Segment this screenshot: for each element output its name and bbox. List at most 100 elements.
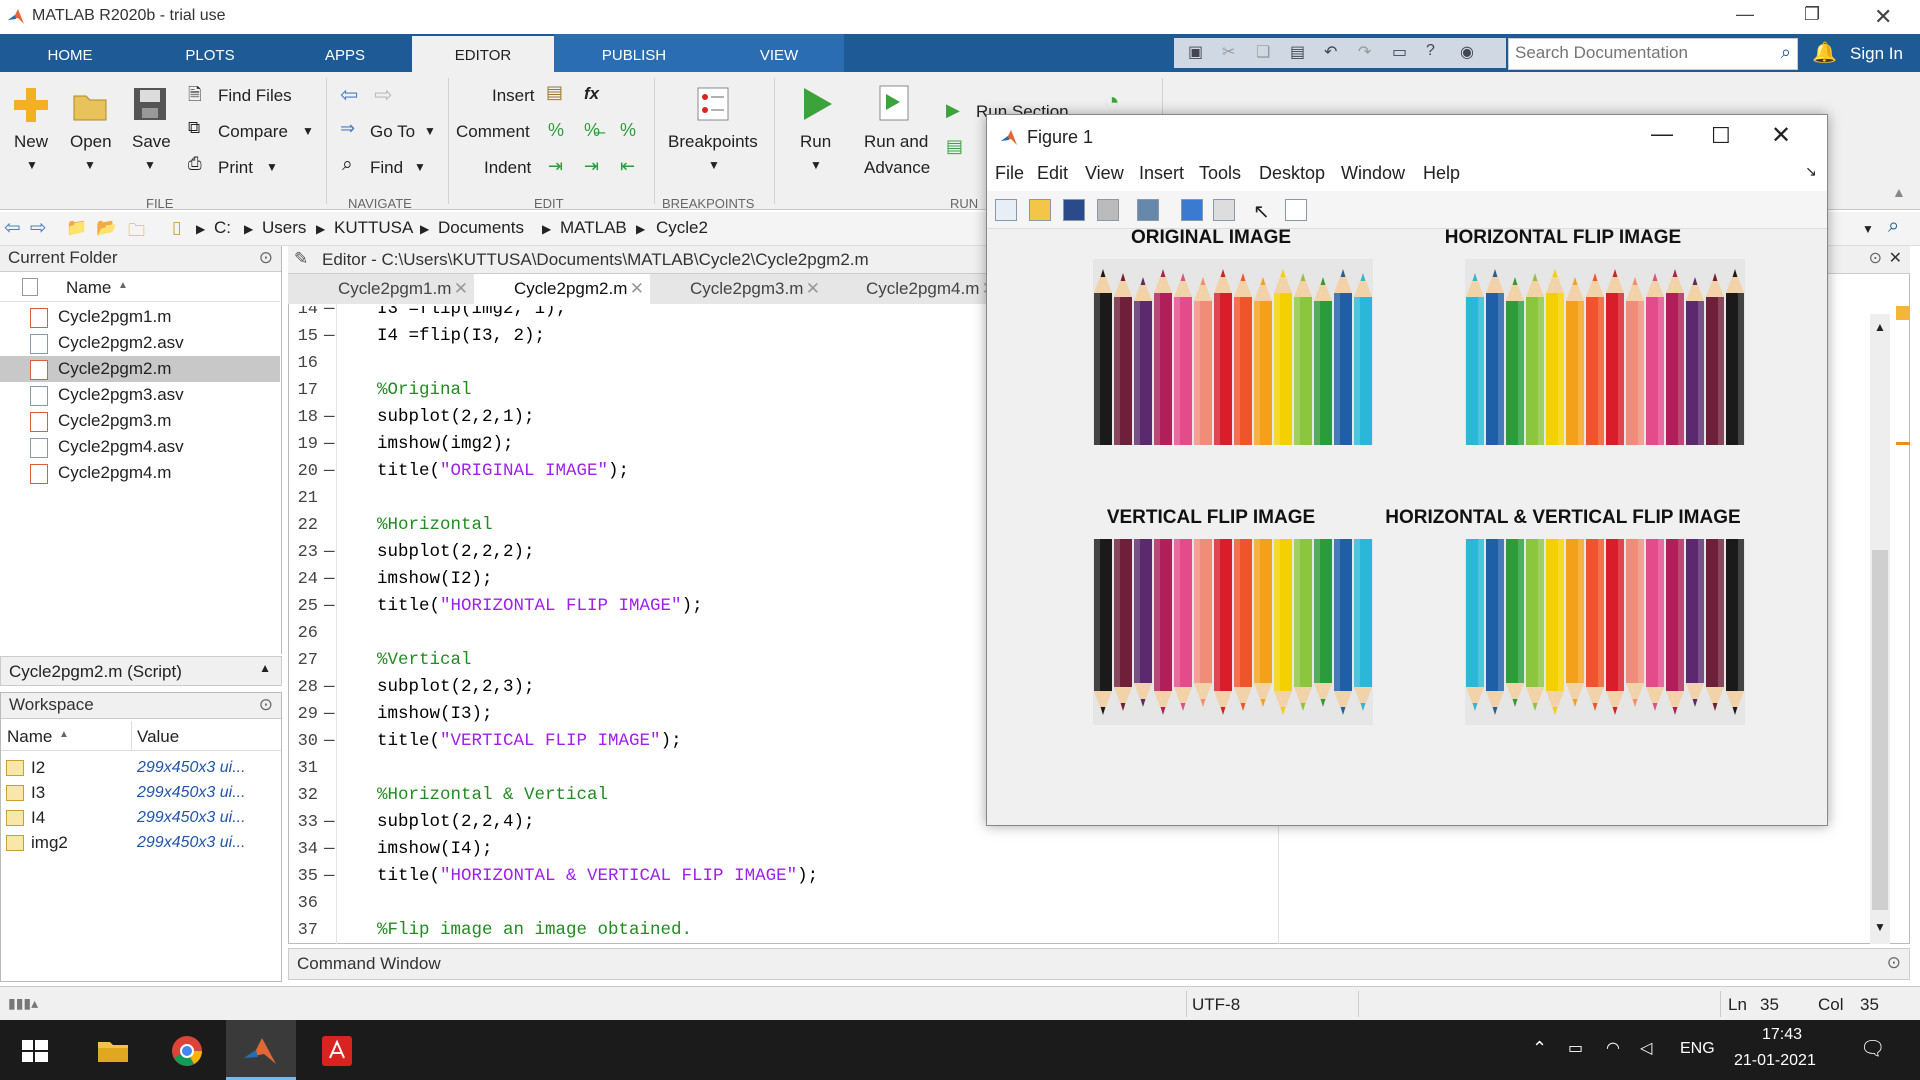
menu-insert[interactable]: Insert <box>1139 163 1184 184</box>
advance-icon[interactable]: ▤ <box>946 136 963 157</box>
run-advance-icon[interactable] <box>878 84 912 122</box>
line-number[interactable]: 18 <box>288 404 318 431</box>
file-explorer-icon[interactable] <box>92 1030 134 1072</box>
run-section-icon[interactable]: ▶ <box>946 100 960 121</box>
print-figure-icon[interactable] <box>1097 199 1119 221</box>
language-indicator[interactable]: ENG <box>1680 1040 1715 1058</box>
search-box[interactable]: ⌕ <box>1508 38 1798 70</box>
comment-button[interactable]: Comment <box>456 122 530 142</box>
tab-close-icon[interactable]: ✕ <box>630 274 644 304</box>
line-number[interactable]: 22 <box>288 512 318 539</box>
search-icon[interactable]: ⌕ <box>1781 42 1791 63</box>
line-number[interactable]: 24 <box>288 566 318 593</box>
fx-button[interactable]: fx <box>584 84 599 104</box>
new-script-icon[interactable] <box>12 86 52 126</box>
collapse-ribbon-icon[interactable]: ▲ <box>1892 184 1906 200</box>
line-number[interactable]: 26 <box>288 620 318 647</box>
tab-view[interactable]: VIEW <box>714 34 844 72</box>
subplot-image[interactable] <box>1093 259 1373 445</box>
editor-tab[interactable]: Cycle2pgm2.m ✕ <box>474 274 650 304</box>
code-line[interactable]: 34— imshow(I4); <box>288 836 1288 863</box>
forward-arrow-icon[interactable]: ⇨ <box>374 82 392 108</box>
menu-edit[interactable]: Edit <box>1037 163 1068 184</box>
smart-indent-icon[interactable]: ⇥ <box>548 156 563 177</box>
close-icon[interactable]: ✕ <box>1874 4 1892 30</box>
menu-file[interactable]: File <box>995 163 1024 184</box>
scroll-down-icon[interactable]: ▼ <box>1874 920 1886 934</box>
file-row[interactable]: Cycle2pgm4.asv <box>0 434 280 460</box>
ws-value-col[interactable]: Value <box>137 727 179 747</box>
edit-plot-arrow-icon[interactable]: ↖ <box>1253 199 1270 224</box>
compare-button[interactable]: Compare <box>218 122 288 142</box>
dock-arrow-icon[interactable]: ↘ <box>1805 163 1817 180</box>
wrap-comment-icon[interactable]: % <box>620 120 636 141</box>
run-button[interactable]: Run <box>800 132 831 152</box>
line-number[interactable]: 20 <box>288 458 318 485</box>
breakpoint-dash-icon[interactable]: — <box>324 836 335 863</box>
breakpoint-dash-icon[interactable]: — <box>324 539 335 566</box>
insert-colorbar-icon[interactable] <box>1181 199 1203 221</box>
insert-button[interactable]: Insert <box>492 86 535 106</box>
figure-close-icon[interactable]: ✕ <box>1771 121 1791 150</box>
line-number[interactable]: 16 <box>288 350 318 377</box>
notification-bell-icon[interactable]: 🔔 <box>1812 40 1837 65</box>
sign-in-link[interactable]: Sign In <box>1850 44 1903 64</box>
code-line[interactable]: 36 <box>288 890 1288 917</box>
breakpoint-dash-icon[interactable]: — <box>324 593 335 620</box>
line-number[interactable]: 15 <box>288 323 318 350</box>
subplot-image[interactable] <box>1465 259 1745 445</box>
open-file-icon[interactable] <box>1029 199 1051 221</box>
open-button[interactable]: Open <box>70 132 112 152</box>
subplot-image[interactable] <box>1093 539 1373 725</box>
line-number[interactable]: 35 <box>288 863 318 890</box>
breakpoints-icon[interactable] <box>696 86 730 122</box>
compare-dropdown-icon[interactable]: ▼ <box>302 124 314 138</box>
copy-icon[interactable]: ❏ <box>1256 42 1270 62</box>
save-disk-icon[interactable] <box>132 86 168 122</box>
folder-name-col[interactable]: Name <box>66 278 111 298</box>
save-dropdown-icon[interactable]: ▼ <box>144 158 156 172</box>
action-center-icon[interactable]: 🗨 <box>1860 1036 1885 1061</box>
comment-percent-icon[interactable]: % <box>548 120 564 141</box>
workspace-row[interactable]: I2 299x450x3 ui... <box>1 755 281 780</box>
file-row[interactable]: Cycle2pgm3.asv <box>0 382 280 408</box>
file-row[interactable]: Cycle2pgm2.asv <box>0 330 280 356</box>
figure-minimize-icon[interactable]: — <box>1651 121 1673 147</box>
new-button[interactable]: New <box>14 132 48 152</box>
breakpoint-dash-icon[interactable]: — <box>324 323 335 350</box>
run-play-icon[interactable] <box>800 86 834 122</box>
breakpoint-dash-icon[interactable]: — <box>324 566 335 593</box>
volume-icon[interactable]: ◁ <box>1640 1038 1652 1058</box>
editor-menu-icon[interactable]: ⊙ <box>1869 248 1882 268</box>
open-dropdown-icon[interactable]: ▼ <box>84 158 96 172</box>
paste-icon[interactable]: ▤ <box>1290 42 1305 62</box>
breakpoint-dash-icon[interactable]: — <box>324 404 335 431</box>
line-number[interactable]: 17 <box>288 377 318 404</box>
code-line[interactable]: 35— title("HORIZONTAL & VERTICAL FLIP IMA… <box>288 863 1288 890</box>
cut-icon[interactable]: ✂ <box>1222 42 1235 62</box>
tab-apps[interactable]: APPS <box>305 34 385 72</box>
print-button[interactable]: Print <box>218 158 253 178</box>
run-dropdown-icon[interactable]: ▼ <box>810 158 822 172</box>
file-row[interactable]: Cycle2pgm3.m <box>0 408 280 434</box>
show-hidden-icons-icon[interactable]: ⌃ <box>1532 1038 1547 1059</box>
path-documents[interactable]: Documents <box>438 218 524 238</box>
details-collapse-icon[interactable]: ▲ <box>259 661 271 675</box>
menu-desktop[interactable]: Desktop <box>1259 163 1325 184</box>
breakpoint-dash-icon[interactable]: — <box>324 431 335 458</box>
search-input[interactable] <box>1509 39 1764 67</box>
tab-publish[interactable]: PUBLISH <box>554 34 714 72</box>
path-cycle2[interactable]: Cycle2 <box>656 218 708 238</box>
goto-button[interactable]: Go To <box>370 122 415 142</box>
link-plot-icon[interactable] <box>1137 199 1159 221</box>
property-inspector-icon[interactable] <box>1285 199 1307 221</box>
tab-plots[interactable]: PLOTS <box>170 34 250 72</box>
file-row[interactable]: Cycle2pgm4.m <box>0 460 280 486</box>
matlab-taskbar-icon[interactable] <box>240 1030 282 1072</box>
file-row[interactable]: Cycle2pgm1.m <box>0 304 280 330</box>
command-window-bar[interactable]: Command Window ⊙ <box>288 948 1910 980</box>
run-advance-button-line1[interactable]: Run and <box>864 132 928 152</box>
breakpoint-dash-icon[interactable]: — <box>324 458 335 485</box>
insert-section-icon[interactable]: ▤ <box>546 82 563 103</box>
editor-tab[interactable]: Cycle2pgm1.m ✕ <box>298 274 474 304</box>
